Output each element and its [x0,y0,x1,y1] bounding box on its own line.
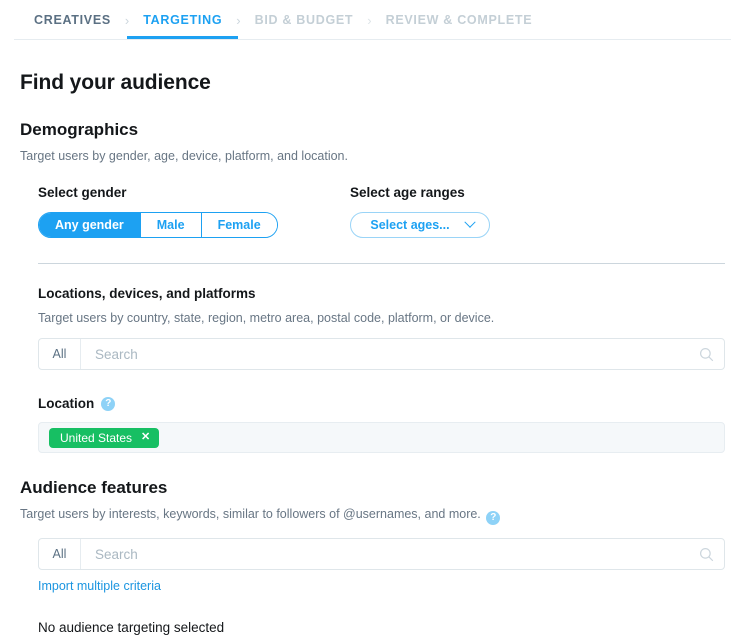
audience-features-search-bar[interactable]: All [38,538,725,570]
search-icon[interactable] [688,539,724,569]
breadcrumb-step-label: REVIEW & COMPLETE [385,13,533,27]
gender-option-female[interactable]: Female [200,213,277,237]
audience-features-search-input[interactable] [81,539,688,569]
age-label: Select age ranges [350,185,465,200]
help-icon[interactable]: ? [101,396,116,411]
demographics-section-title: Demographics [20,120,139,139]
breadcrumb-separator: › [367,12,372,28]
locations-subsection-description: Target users by country, state, region, … [38,311,495,325]
search-icon[interactable] [688,339,724,369]
gender-option-any[interactable]: Any gender [39,213,140,237]
gender-field: Select gender Any gender Male Female [38,185,350,238]
gender-option-male[interactable]: Male [139,213,201,237]
locations-search-scope[interactable]: All [39,339,81,369]
breadcrumb: CREATIVES › TARGETING › BID & BUDGET › R… [0,0,745,40]
locations-search-input[interactable] [81,339,688,369]
close-icon[interactable]: ✕ [141,432,150,443]
locations-devices-platforms-block: Locations, devices, and platforms Target… [38,286,731,453]
age-ranges-value: Select ages... [370,218,450,232]
breadcrumb-step-label: BID & BUDGET [254,13,354,27]
demographics-body: Select gender Any gender Male Female Sel… [38,185,731,238]
breadcrumb-step-review-and-complete[interactable]: REVIEW & COMPLETE [384,13,535,27]
demographics-row: Select gender Any gender Male Female Sel… [38,185,731,238]
page-title: Find your audience [20,71,211,94]
audience-features-section-description: Target users by interests, keywords, sim… [20,507,731,525]
breadcrumb-step-label: TARGETING [143,13,223,27]
location-field: Location ? [38,396,731,411]
locations-subsection-title: Locations, devices, and platforms [38,286,256,301]
location-chip-container[interactable]: United States ✕ [38,422,725,453]
audience-features-description-text: Target users by interests, keywords, sim… [20,507,481,521]
help-icon[interactable]: ? [486,511,501,525]
demographics-divider [38,263,725,264]
breadcrumb-separator: › [236,12,241,28]
gender-segmented-control[interactable]: Any gender Male Female [38,212,278,238]
age-field: Select age ranges Select ages... [350,185,490,238]
breadcrumb-step-label: CREATIVES [34,13,111,27]
audience-targeting-empty-state: No audience targeting selected [38,620,225,635]
breadcrumb-step-creatives[interactable]: CREATIVES [32,13,113,27]
location-chip-label: United States [60,430,133,445]
age-ranges-dropdown[interactable]: Select ages... [350,212,490,238]
stepnav-divider [14,39,731,40]
audience-features-search-scope[interactable]: All [39,539,81,569]
locations-search-bar[interactable]: All [38,338,725,370]
breadcrumb-separator: › [124,12,130,28]
demographics-section-description: Target users by gender, age, device, pla… [20,149,348,163]
chevron-down-icon [463,216,476,228]
audience-features-section-title: Audience features [20,478,168,497]
breadcrumb-step-bid-and-budget[interactable]: BID & BUDGET [253,13,356,27]
targeting-page: Find your audience Demographics Target u… [0,71,745,635]
breadcrumb-step-targeting[interactable]: TARGETING [127,13,239,39]
audience-features-body: All Import multiple criteria No audience… [38,538,731,635]
gender-label: Select gender [38,185,127,200]
import-multiple-criteria-link[interactable]: Import multiple criteria [38,579,161,593]
location-label: Location [38,396,95,411]
location-chip[interactable]: United States ✕ [49,427,160,448]
